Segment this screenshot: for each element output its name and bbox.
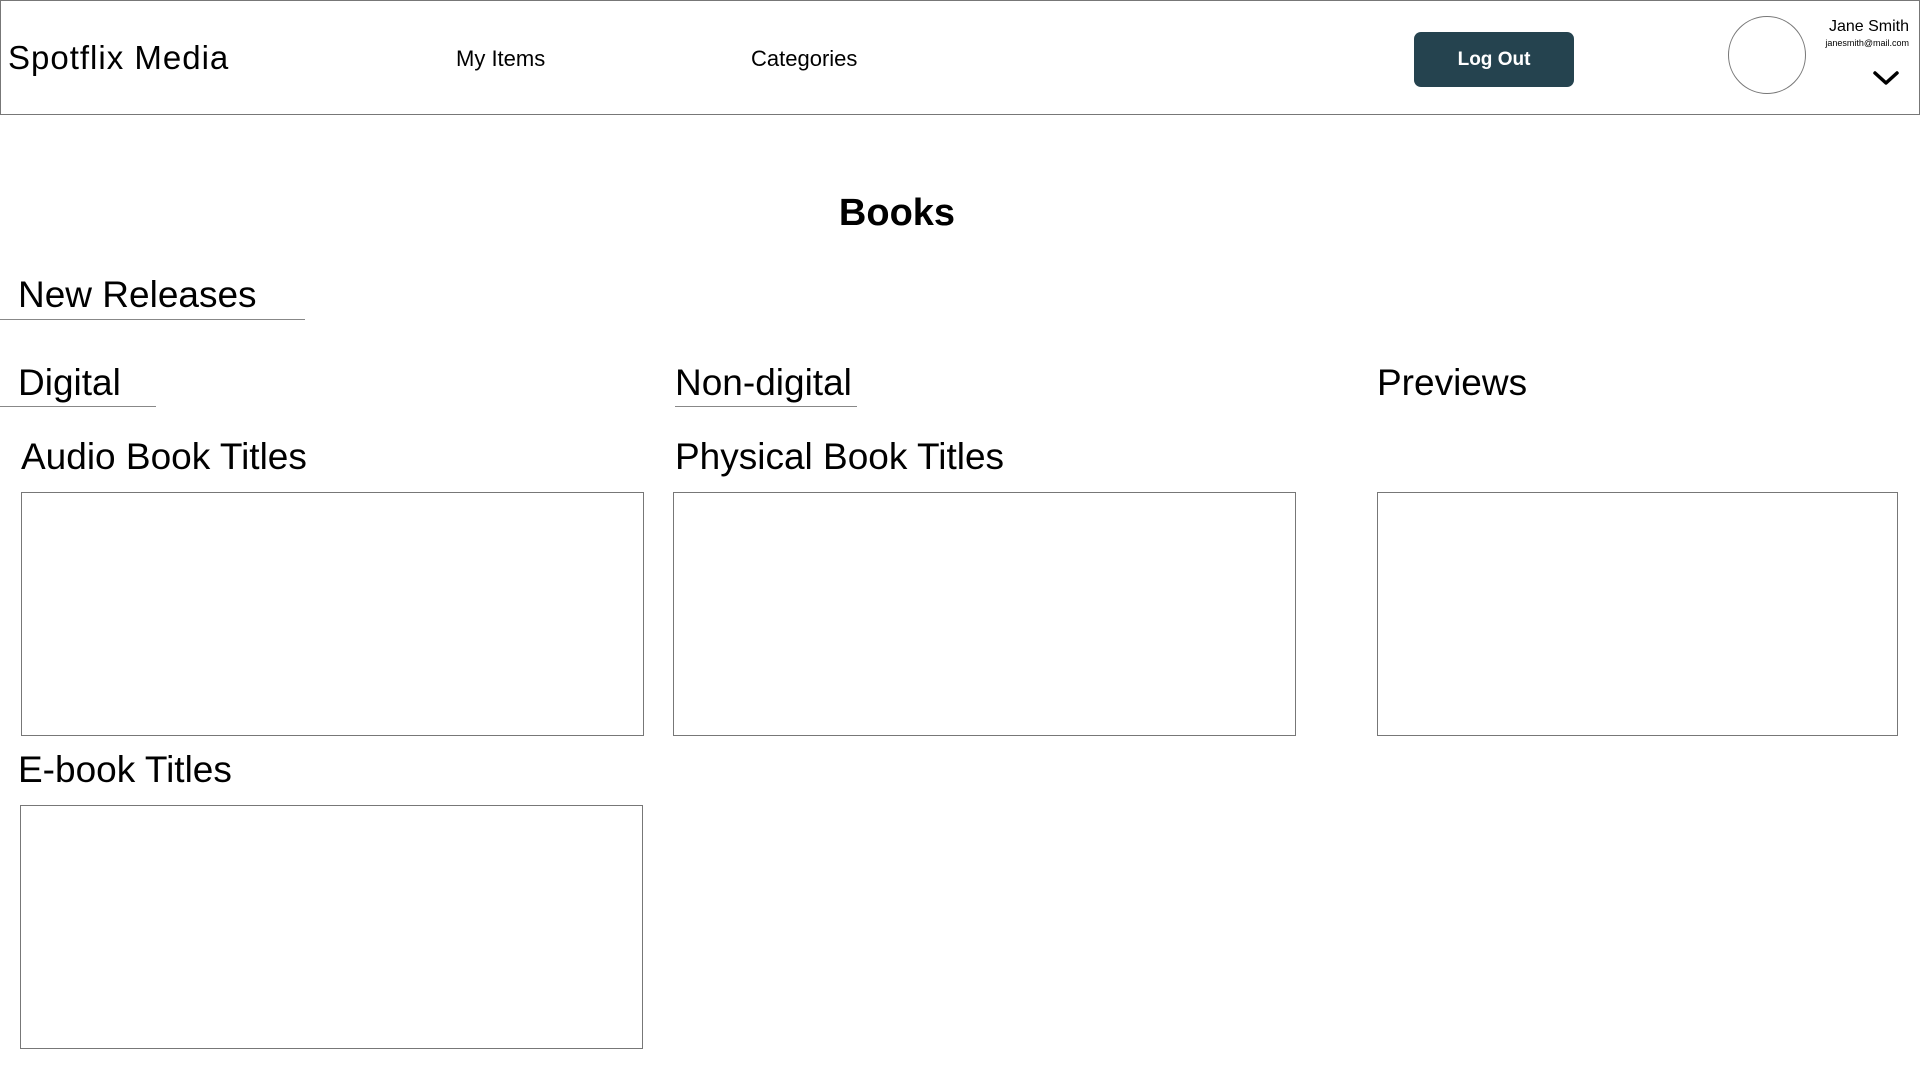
ebook-titles-panel[interactable] xyxy=(20,805,643,1049)
new-releases-divider xyxy=(0,319,305,320)
avatar[interactable] xyxy=(1728,16,1806,94)
audio-book-titles-panel[interactable] xyxy=(21,492,644,736)
logout-button[interactable]: Log Out xyxy=(1414,32,1574,87)
ebook-titles-heading: E-book Titles xyxy=(18,749,232,790)
nav-my-items[interactable]: My Items xyxy=(456,46,545,72)
chevron-down-icon[interactable] xyxy=(1872,68,1900,88)
audio-book-titles-heading: Audio Book Titles xyxy=(21,436,307,477)
top-navbar: Spotflix Media My Items Categories Log O… xyxy=(0,0,1920,115)
nav-categories[interactable]: Categories xyxy=(751,46,857,72)
physical-book-titles-panel[interactable] xyxy=(673,492,1296,736)
logo[interactable]: Spotflix Media xyxy=(8,39,229,77)
page: Spotflix Media My Items Categories Log O… xyxy=(0,0,1920,1080)
tab-non-digital-underline xyxy=(675,406,857,407)
tab-digital-underline xyxy=(0,406,156,407)
previews-panel[interactable] xyxy=(1377,492,1898,736)
new-releases-heading: New Releases xyxy=(18,274,257,315)
user-email: janesmith@mail.com xyxy=(1825,38,1909,48)
user-name: Jane Smith xyxy=(1828,18,1909,35)
tab-non-digital[interactable]: Non-digital xyxy=(675,362,852,404)
tab-previews[interactable]: Previews xyxy=(1377,362,1527,404)
tab-digital[interactable]: Digital xyxy=(18,362,121,404)
page-title: Books xyxy=(838,192,956,234)
physical-book-titles-heading: Physical Book Titles xyxy=(675,436,1005,477)
